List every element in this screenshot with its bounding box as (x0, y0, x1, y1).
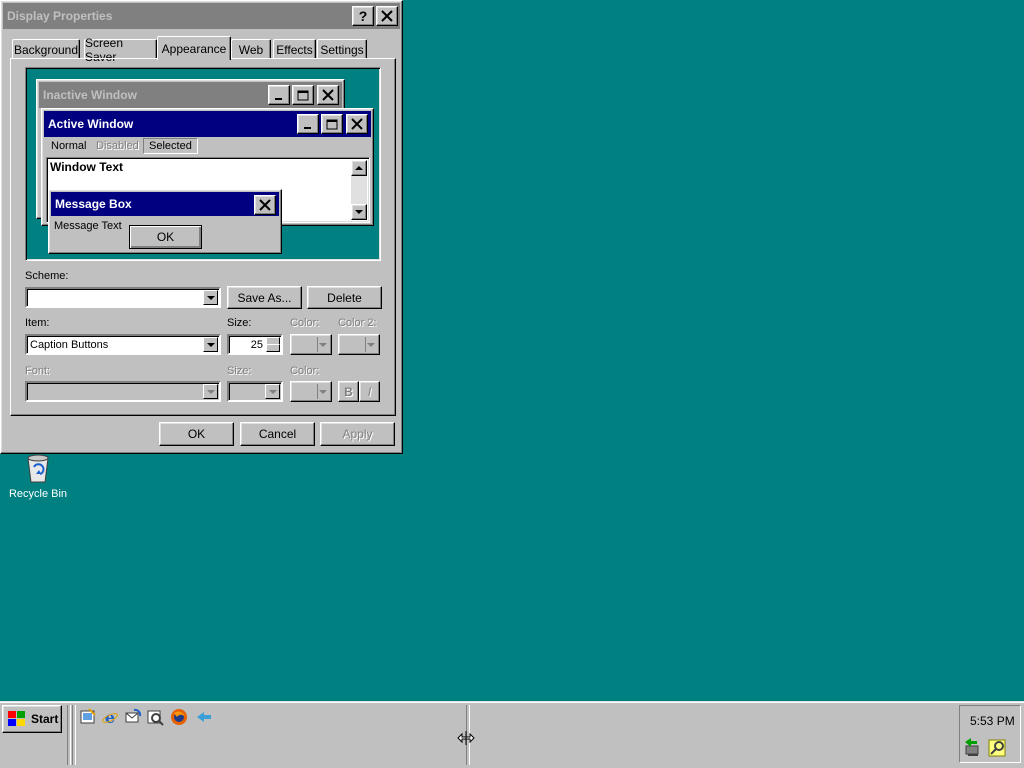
tab-screen-saver[interactable]: Screen Saver (84, 36, 157, 64)
italic-label: I (367, 384, 372, 399)
inactive-minimize-icon (268, 85, 290, 105)
chevron-down-icon[interactable] (203, 337, 218, 352)
font-color-label: Color: (290, 365, 320, 377)
taskbar-separator (72, 705, 76, 765)
close-icon (381, 10, 393, 22)
font-size-dropdown (227, 381, 283, 402)
bold-label: B (344, 384, 353, 399)
tab-settings[interactable]: Settings (317, 39, 367, 59)
tab-label: Settings (320, 42, 364, 57)
clock[interactable]: 5:53 PM (970, 714, 1015, 728)
msgbox-title: Message Box (55, 197, 132, 211)
chevron-down-icon (265, 384, 280, 399)
item-value: Caption Buttons (30, 338, 109, 351)
item-color2-label: Color 2: (338, 317, 377, 329)
taskbar-separator (67, 705, 71, 765)
active-close-icon (346, 114, 368, 134)
show-desktop-icon[interactable] (79, 708, 97, 726)
tab-label: Background (13, 42, 79, 57)
cancel-button[interactable]: Cancel (240, 422, 315, 446)
font-dropdown (25, 381, 221, 402)
tab-label: Appearance (161, 41, 227, 56)
menu-selected: Selected (143, 138, 198, 154)
menu-disabled: Disabled (96, 140, 139, 152)
font-label: Font: (25, 365, 51, 377)
start-button[interactable]: Start (2, 705, 62, 733)
apply-button: Apply (320, 422, 395, 446)
scroll-up-icon (351, 160, 367, 176)
msgbox-text: Message Text (54, 220, 122, 232)
tab-effects[interactable]: Effects (273, 39, 316, 59)
delete-button[interactable]: Delete (307, 286, 382, 309)
tab-background[interactable]: Background (12, 39, 80, 59)
msgbox-close-icon (254, 195, 276, 215)
preview-message-box: Message Box Message Text OK (48, 189, 282, 254)
outlook-express-icon[interactable] (124, 708, 142, 726)
recycle-bin-icon (27, 454, 49, 483)
recycle-bin-label: Recycle Bin (8, 488, 68, 500)
item-color2-picker (338, 334, 380, 355)
menu-normal: Normal (51, 140, 87, 152)
preview-scrollbar (351, 160, 367, 220)
help-icon: ? (358, 8, 368, 24)
save-as-button[interactable]: Save As... (227, 286, 302, 309)
inactive-title: Inactive Window (43, 88, 137, 102)
chevron-down-icon[interactable] (203, 290, 218, 305)
active-minimize-icon (297, 114, 319, 134)
item-size-spinner[interactable]: 25 (227, 334, 283, 355)
active-title: Active Window (48, 117, 134, 131)
window-text: Window Text (50, 160, 123, 174)
dialog-title-bar[interactable]: Display Properties (3, 3, 400, 29)
msgbox-ok-button: OK (129, 225, 202, 249)
tab-label: Effects (276, 42, 313, 57)
italic-button: I (359, 381, 380, 402)
tab-appearance[interactable]: Appearance (157, 36, 231, 60)
explorer-icon[interactable] (146, 708, 164, 726)
bold-button: B (338, 381, 359, 402)
close-button[interactable] (376, 6, 398, 26)
start-label: Start (31, 712, 59, 726)
font-size-label: Size: (227, 365, 252, 377)
item-size-value: 25 (250, 338, 263, 351)
ok-label: OK (187, 427, 206, 441)
tab-web[interactable]: Web (231, 39, 271, 59)
scroll-down-icon (351, 204, 367, 220)
resize-cursor-icon (457, 731, 475, 745)
inactive-maximize-icon (292, 85, 314, 105)
active-maximize-icon (321, 114, 343, 134)
save-as-label: Save As... (237, 290, 292, 305)
arrow-icon[interactable] (195, 708, 213, 726)
windows-logo-icon (8, 711, 25, 726)
item-label: Item: (25, 317, 50, 329)
delete-label: Delete (327, 290, 362, 305)
display-properties-dialog: Display Properties ? Background Screen S… (0, 0, 403, 454)
scheme-dropdown[interactable] (25, 287, 221, 308)
firefox-icon[interactable] (170, 708, 188, 726)
apply-label: Apply (342, 427, 373, 441)
item-size-label: Size: (227, 317, 252, 329)
dialog-title: Display Properties (7, 9, 113, 23)
msgbox-title-bar: Message Box (51, 192, 279, 216)
msgbox-ok-label: OK (156, 230, 175, 244)
item-color-picker (290, 334, 332, 355)
scheme-label: Scheme: (25, 270, 69, 282)
font-color-picker (290, 381, 332, 402)
cancel-label: Cancel (258, 427, 297, 441)
network-icon[interactable] (963, 736, 985, 758)
chevron-down-icon (203, 384, 218, 399)
ok-button[interactable]: OK (159, 422, 234, 446)
spinner-down-icon[interactable] (266, 344, 280, 352)
help-button[interactable]: ? (352, 6, 374, 26)
item-dropdown[interactable]: Caption Buttons (25, 334, 221, 355)
system-tray: 5:53 PM (959, 705, 1021, 763)
inactive-close-icon (317, 85, 339, 105)
recycle-bin-shortcut[interactable]: Recycle Bin (6, 452, 70, 504)
search-tray-icon[interactable] (987, 736, 1009, 758)
internet-explorer-icon[interactable]: e (101, 708, 119, 726)
tab-label: Web (238, 42, 264, 57)
item-color-label: Color: (290, 317, 320, 329)
